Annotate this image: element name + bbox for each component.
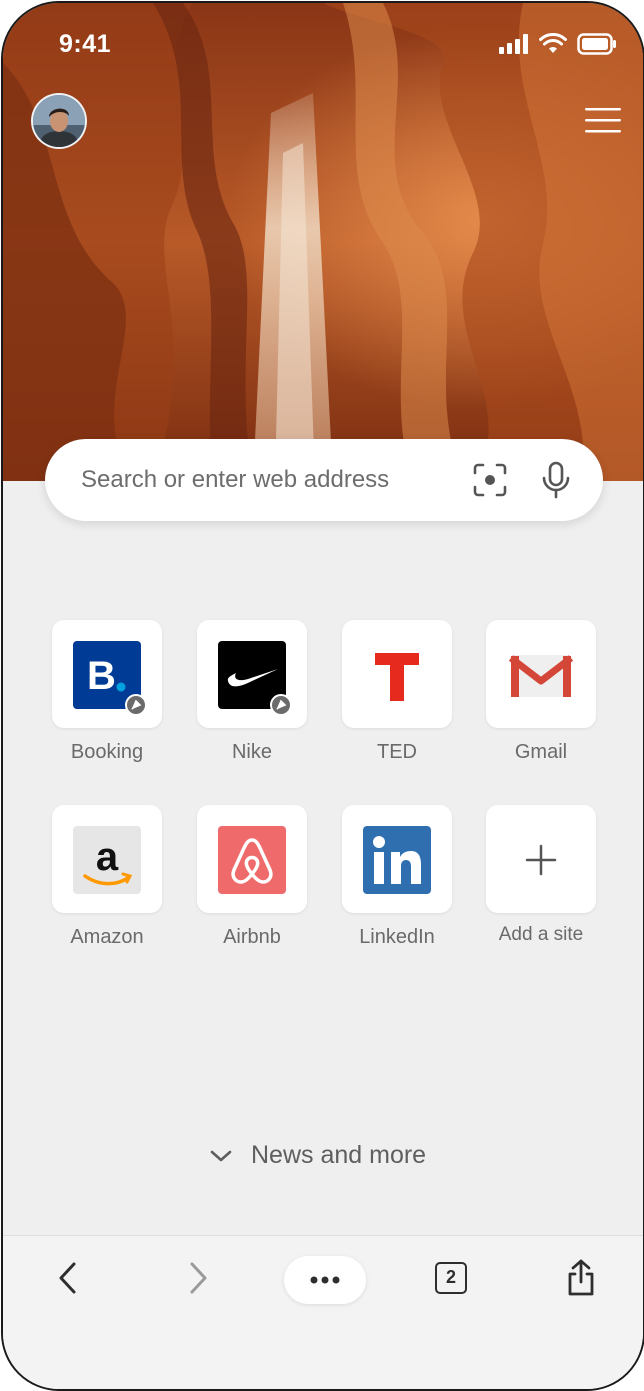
top-site-gmail[interactable] <box>486 620 596 728</box>
top-site-label: Nike <box>231 741 272 763</box>
airbnb-logo <box>218 826 286 894</box>
top-site-booking[interactable]: B <box>52 620 162 728</box>
linkedin-logo <box>363 826 431 894</box>
phone-frame: 9:41 Search or enter web address B Booki… <box>1 1 644 1391</box>
top-site-label: Gmail <box>514 741 568 763</box>
more-options-button[interactable] <box>284 1256 366 1304</box>
pin-icon <box>125 694 147 716</box>
top-site-label: Add a site <box>498 924 584 945</box>
news-and-more-label: News and more <box>251 1141 427 1169</box>
status-bar: 9:41 <box>3 3 643 87</box>
top-site-ted[interactable] <box>342 620 452 728</box>
menu-button[interactable] <box>585 105 621 135</box>
voice-search-button[interactable] <box>539 461 573 499</box>
top-site-label: TED <box>377 741 417 763</box>
wifi-icon <box>539 33 567 53</box>
pin-icon <box>270 694 292 716</box>
svg-text:B: B <box>87 654 116 698</box>
microphone-icon <box>542 461 570 499</box>
search-input[interactable]: Search or enter web address <box>81 466 389 494</box>
visual-search-button[interactable] <box>473 463 507 497</box>
ted-logo <box>363 641 431 709</box>
share-icon <box>568 1259 594 1296</box>
top-site-label: Amazon <box>70 926 144 948</box>
tabs-count-button[interactable]: 2 <box>435 1262 467 1294</box>
profile-avatar[interactable] <box>31 93 87 149</box>
top-site-airbnb[interactable] <box>197 805 307 913</box>
top-site-label: LinkedIn <box>359 926 435 948</box>
hamburger-menu-icon <box>585 108 621 133</box>
top-site-linkedin[interactable] <box>342 805 452 913</box>
top-site-amazon[interactable]: a <box>52 805 162 913</box>
forward-arrow-icon <box>190 1262 207 1294</box>
search-bar[interactable]: Search or enter web address <box>45 439 603 521</box>
more-options-icon <box>310 1276 340 1284</box>
visual-search-icon <box>473 463 507 497</box>
top-site-label: Booking <box>70 741 144 763</box>
cellular-signal-icon <box>499 34 528 54</box>
gmail-logo <box>507 641 575 709</box>
amazon-logo: a <box>73 826 141 894</box>
top-site-label: Airbnb <box>223 926 281 948</box>
news-and-more-toggle[interactable]: News and more <box>209 1141 426 1170</box>
bottom-toolbar: 2 <box>3 1235 643 1389</box>
status-icons <box>499 33 617 55</box>
back-button[interactable] <box>53 1260 83 1301</box>
chevron-down-icon <box>210 1150 232 1161</box>
share-button[interactable] <box>564 1258 598 1303</box>
top-site-nike[interactable] <box>197 620 307 728</box>
plus-icon <box>525 844 557 876</box>
back-arrow-icon <box>59 1262 76 1294</box>
status-time: 9:41 <box>59 30 112 58</box>
svg-text:a: a <box>96 835 119 879</box>
battery-icon <box>577 33 616 55</box>
add-site-button[interactable] <box>486 805 596 913</box>
forward-button[interactable] <box>183 1260 213 1301</box>
